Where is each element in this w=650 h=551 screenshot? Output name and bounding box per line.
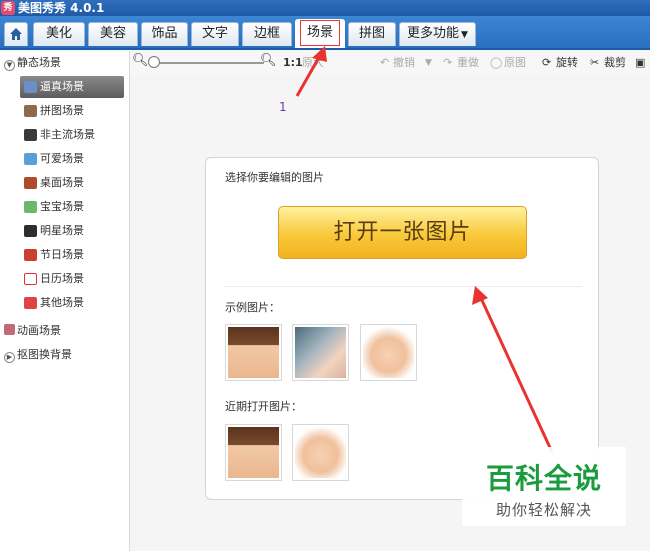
annotation-step-1: 1	[279, 100, 287, 114]
tab-more-label: 更多功能	[407, 26, 460, 41]
recent-thumbnail-2[interactable]	[292, 424, 349, 481]
sidebar-item-alternative[interactable]: 非主流场景	[20, 124, 124, 146]
home-icon	[10, 28, 22, 40]
tab-accessories[interactable]: 饰品	[141, 22, 188, 46]
original-image-button[interactable]: 原图	[504, 55, 526, 71]
sidebar-item-other[interactable]: 其他场景	[20, 292, 124, 314]
puzzle-icon	[24, 105, 37, 117]
sidebar-item-desktop[interactable]: 桌面场景	[20, 172, 124, 194]
collapse-icon: ▼	[4, 60, 15, 71]
sidebar-item-realistic[interactable]: 逼真场景	[20, 76, 124, 98]
sample-thumbnail-1[interactable]	[225, 324, 282, 381]
more-tools-icon[interactable]: ▣	[635, 55, 645, 71]
animation-icon	[4, 324, 15, 335]
group-label: 抠图换背景	[17, 348, 72, 361]
group-label: 动画场景	[17, 324, 61, 337]
sidebar-item-label: 其他场景	[40, 296, 84, 309]
sidebar-item-label: 节日场景	[40, 248, 84, 261]
undo-button[interactable]: 撤销	[393, 55, 415, 71]
sidebar-item-label: 可爱场景	[40, 152, 84, 165]
sidebar-item-baby[interactable]: 宝宝场景	[20, 196, 124, 218]
sample-images-label: 示例图片：	[225, 301, 280, 314]
sample-thumbnail-2[interactable]	[292, 324, 349, 381]
sidebar-group-animated[interactable]: 动画场景	[4, 320, 61, 342]
app-window: 秀 美图秀秀 4.0.1 美化 美容 饰品 文字 边框 场景 拼图 更多功能 ▼ …	[0, 0, 650, 551]
sidebar-item-celebrity[interactable]: 明星场景	[20, 220, 124, 242]
alt-icon	[24, 129, 37, 141]
tab-beautify[interactable]: 美化	[33, 22, 85, 46]
scissors-icon[interactable]: ✂	[590, 55, 599, 71]
sidebar-item-festival[interactable]: 节日场景	[20, 244, 124, 266]
photo-girl-bangs	[228, 427, 279, 478]
home-tab[interactable]	[4, 22, 28, 46]
photo-baby	[295, 427, 346, 478]
baby-icon	[24, 201, 37, 213]
tab-scene-label: 场景	[299, 20, 340, 46]
chevron-down-icon: ▼	[461, 30, 468, 40]
sidebar-item-label: 明星场景	[40, 224, 84, 237]
sidebar-item-label: 逼真场景	[40, 80, 84, 93]
tab-scene[interactable]: 场景	[295, 19, 345, 48]
original-image-icon[interactable]: ◯	[490, 55, 502, 71]
zoom-slider-handle[interactable]	[148, 56, 160, 68]
recent-images-label: 近期打开图片：	[225, 400, 302, 413]
zoom-ratio-button[interactable]: 1:1	[283, 55, 303, 71]
zoom-slider-track[interactable]	[154, 62, 264, 64]
photo-girl-bangs	[228, 327, 279, 378]
zoom-out-icon[interactable]: 🔍︎	[132, 53, 149, 69]
heart-icon	[24, 297, 37, 309]
scene-icon	[24, 81, 37, 93]
sidebar-item-label: 桌面场景	[40, 176, 84, 189]
photo-girl-selfie	[295, 327, 346, 378]
tab-more-features[interactable]: 更多功能 ▼	[399, 22, 476, 46]
tab-makeup[interactable]: 美容	[88, 22, 138, 46]
main-tab-bar: 美化 美容 饰品 文字 边框 场景 拼图 更多功能 ▼	[0, 16, 650, 50]
sidebar-item-label: 拼图场景	[40, 104, 84, 117]
divider	[225, 286, 582, 287]
sidebar-item-cute[interactable]: 可爱场景	[20, 148, 124, 170]
watermark-title: 百科全说	[485, 462, 602, 495]
open-image-button[interactable]: 打开一张图片	[278, 206, 527, 259]
watermark: 百科全说 助你轻松解决	[462, 447, 626, 526]
undo-icon[interactable]: ↶	[380, 55, 389, 71]
undo-dropdown-icon[interactable]: ▼	[425, 55, 432, 71]
redo-icon[interactable]: ↷	[443, 55, 452, 71]
star-icon	[24, 225, 37, 237]
edit-toolbar: 🔍︎ 🔍︎ 1:1 原大 ↶ 撤销 ▼ ↷ 重做 ◯ 原图 ⟳ 旋转 ✂ 裁剪 …	[130, 51, 650, 75]
sidebar-item-label: 非主流场景	[40, 128, 95, 141]
sidebar-item-puzzle[interactable]: 拼图场景	[20, 100, 124, 122]
recent-thumbnail-1[interactable]	[225, 424, 282, 481]
app-logo-icon: 秀	[1, 1, 15, 15]
cute-icon	[24, 153, 37, 165]
tab-text[interactable]: 文字	[191, 22, 239, 46]
rotate-icon[interactable]: ⟳	[542, 55, 551, 71]
scene-sidebar: ▼ 静态场景 逼真场景 拼图场景 非主流场景 可爱场景 桌面场景 宝宝场景 明星…	[0, 51, 130, 551]
rotate-button[interactable]: 旋转	[556, 55, 578, 71]
zoom-in-icon[interactable]: 🔍︎	[260, 53, 277, 69]
watermark-subtitle: 助你轻松解决	[495, 501, 592, 519]
redo-button[interactable]: 重做	[457, 55, 479, 71]
app-title: 美图秀秀 4.0.1	[18, 1, 105, 15]
group-label: 静态场景	[17, 56, 61, 69]
festival-icon	[24, 249, 37, 261]
sidebar-group-cutout[interactable]: ▶ 抠图换背景	[4, 344, 72, 366]
panel-prompt: 选择你要编辑的图片	[225, 171, 324, 184]
original-size-button[interactable]: 原大	[302, 55, 324, 71]
sample-thumbnail-3[interactable]	[360, 324, 417, 381]
sidebar-item-calendar[interactable]: 日历场景	[20, 268, 124, 290]
photo-baby	[363, 327, 414, 378]
sidebar-group-static[interactable]: ▼ 静态场景	[4, 52, 61, 74]
calendar-icon	[24, 273, 37, 285]
title-bar: 秀 美图秀秀 4.0.1	[0, 0, 650, 16]
desktop-icon	[24, 177, 37, 189]
tab-border[interactable]: 边框	[242, 22, 292, 46]
sidebar-item-label: 日历场景	[40, 272, 84, 285]
tab-collage[interactable]: 拼图	[348, 22, 396, 46]
sidebar-item-label: 宝宝场景	[40, 200, 84, 213]
crop-button[interactable]: 裁剪	[604, 55, 626, 71]
expand-icon: ▶	[4, 352, 15, 363]
